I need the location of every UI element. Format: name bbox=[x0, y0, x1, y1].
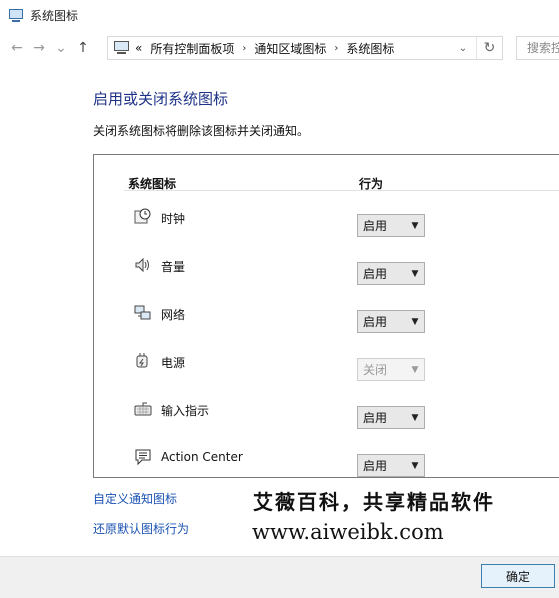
chevron-down-icon: ▼ bbox=[411, 364, 419, 375]
list-item-input-indicator: 输入指示 启用 ▼ bbox=[94, 394, 559, 434]
network-icon bbox=[134, 305, 151, 320]
row-label: 时钟 bbox=[161, 212, 186, 226]
clock-icon bbox=[134, 208, 151, 224]
search-input[interactable]: 搜索控制面板 bbox=[516, 36, 559, 60]
keyboard-icon bbox=[134, 402, 152, 416]
system-icons-list: 系统图标 行为 时钟 启用 ▼ 音量 启用 ▼ 网络 启用 ▼ 电源 关闭 ▼ … bbox=[93, 154, 559, 478]
behavior-select-clock[interactable]: 启用 ▼ bbox=[357, 214, 425, 237]
chevron-down-icon: ▼ bbox=[411, 268, 419, 279]
select-value: 启用 bbox=[363, 267, 388, 281]
list-item-volume: 音量 启用 ▼ bbox=[94, 250, 559, 290]
list-item-network: 网络 启用 ▼ bbox=[94, 298, 559, 338]
breadcrumb-overflow[interactable]: « bbox=[131, 41, 146, 55]
behavior-select-power[interactable]: 关闭 ▼ bbox=[357, 358, 425, 381]
row-label: 输入指示 bbox=[161, 404, 210, 418]
chevron-down-icon: ▼ bbox=[411, 460, 419, 471]
control-panel-icon bbox=[8, 8, 24, 23]
up-button[interactable]: ↑ bbox=[72, 37, 94, 59]
forward-button[interactable]: → bbox=[28, 37, 50, 59]
action-center-icon bbox=[135, 449, 151, 466]
power-icon bbox=[136, 353, 148, 368]
volume-icon bbox=[135, 257, 149, 273]
page-title: 启用或关闭系统图标 bbox=[93, 90, 229, 108]
chevron-down-icon: ▼ bbox=[411, 412, 419, 423]
window-title: 系统图标 bbox=[30, 9, 79, 23]
computer-icon bbox=[113, 41, 131, 55]
list-item-power: 电源 关闭 ▼ bbox=[94, 346, 559, 386]
ok-button[interactable]: 确定 bbox=[481, 564, 555, 588]
chevron-down-icon: ▼ bbox=[411, 220, 419, 231]
row-label: 电源 bbox=[161, 356, 186, 370]
watermark-title: 艾薇百科，共享精品软件 bbox=[253, 490, 495, 514]
list-item-action-center: Action Center 启用 ▼ bbox=[94, 442, 559, 482]
page-description: 关闭系统图标将删除该图标并关闭通知。 bbox=[93, 124, 310, 138]
behavior-select-network[interactable]: 启用 ▼ bbox=[357, 310, 425, 333]
select-value: 启用 bbox=[363, 219, 388, 233]
refresh-icon[interactable]: ↻ bbox=[476, 37, 502, 59]
behavior-select-input-indicator[interactable]: 启用 ▼ bbox=[357, 406, 425, 429]
list-item-clock: 时钟 启用 ▼ bbox=[94, 202, 559, 242]
row-label: 音量 bbox=[161, 260, 186, 274]
breadcrumb-all-control-panel-items[interactable]: 所有控制面板项 bbox=[146, 40, 238, 57]
breadcrumb-notification-area-icons[interactable]: 通知区域图标 bbox=[250, 40, 330, 57]
behavior-select-action-center[interactable]: 启用 ▼ bbox=[357, 454, 425, 477]
back-button[interactable]: ← bbox=[6, 37, 28, 59]
watermark-url: www.aiweibk.com bbox=[252, 520, 444, 544]
select-value: 启用 bbox=[363, 315, 388, 329]
breadcrumb-separator-icon[interactable]: › bbox=[330, 43, 342, 54]
recent-locations-button[interactable]: ⌄ bbox=[50, 37, 72, 59]
address-bar[interactable]: « 所有控制面板项 › 通知区域图标 › 系统图标 ⌄ ↻ bbox=[107, 36, 503, 60]
footer-bar: 确定 bbox=[0, 556, 559, 598]
chevron-down-icon: ▼ bbox=[411, 316, 419, 327]
customize-notification-icons-link[interactable]: 自定义通知图标 bbox=[93, 490, 177, 507]
behavior-select-volume[interactable]: 启用 ▼ bbox=[357, 262, 425, 285]
title-bar: 系统图标 bbox=[0, 0, 559, 31]
navigation-bar: ← → ⌄ ↑ « 所有控制面板项 › 通知区域图标 › 系统图标 ⌄ ↻ 搜索… bbox=[0, 31, 559, 65]
breadcrumb-separator-icon[interactable]: › bbox=[238, 43, 250, 54]
select-value: 启用 bbox=[363, 459, 388, 473]
select-value: 启用 bbox=[363, 411, 388, 425]
row-label: 网络 bbox=[161, 308, 186, 322]
restore-default-behaviors-link[interactable]: 还原默认图标行为 bbox=[93, 520, 189, 537]
row-label: Action Center bbox=[161, 450, 243, 464]
select-value: 关闭 bbox=[363, 363, 388, 377]
breadcrumb-system-icons[interactable]: 系统图标 bbox=[342, 40, 398, 57]
header-divider bbox=[124, 190, 559, 191]
address-dropdown-icon[interactable]: ⌄ bbox=[454, 37, 472, 59]
